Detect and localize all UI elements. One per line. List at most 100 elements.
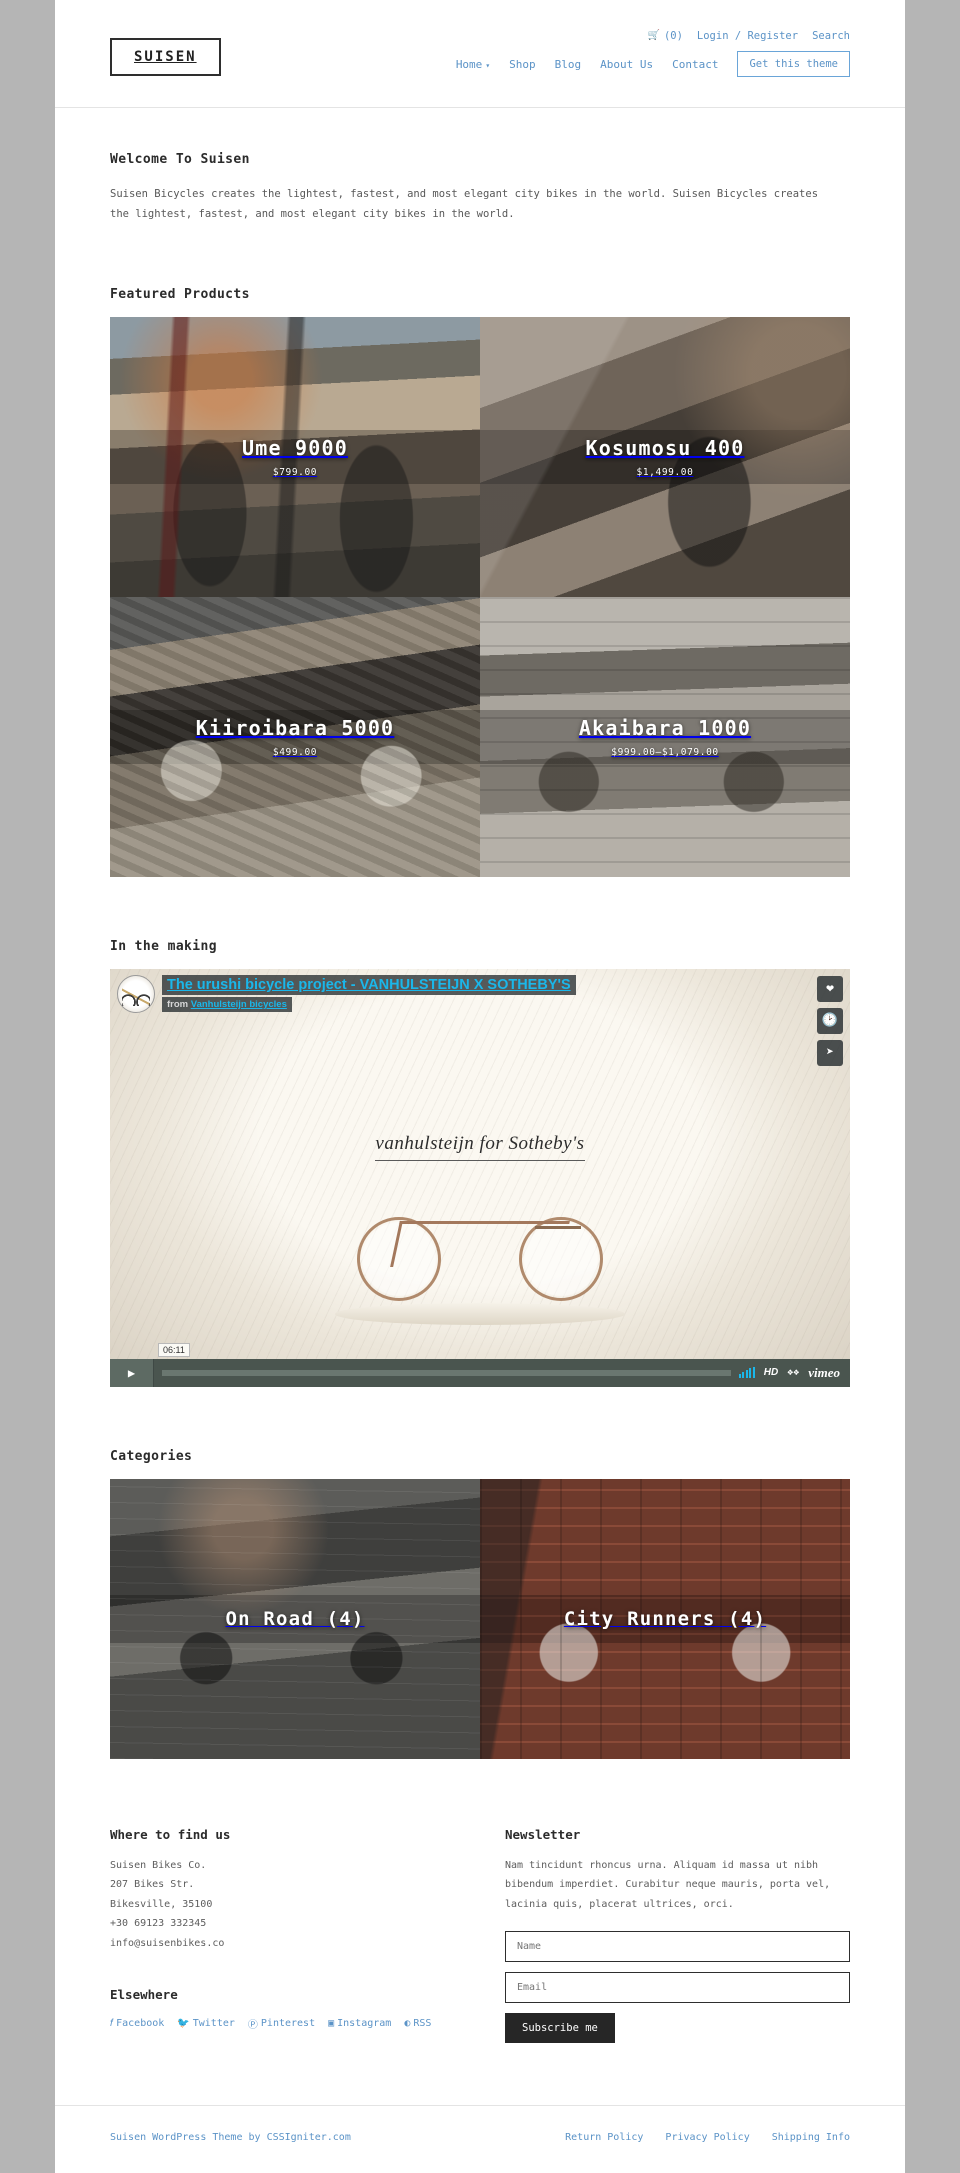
- site-header: SUISEN 🛒 (0) Login / Register Search Hom…: [55, 0, 905, 108]
- search-link[interactable]: Search: [812, 30, 850, 42]
- vimeo-logo[interactable]: vimeo: [808, 1365, 840, 1381]
- chevron-down-icon: ▾: [485, 60, 491, 70]
- credit-brand: Suisen: [110, 2132, 147, 2144]
- facebook-icon: 𝑓: [110, 2018, 114, 2030]
- category-card-city-runners[interactable]: City Runners (4): [480, 1478, 850, 1759]
- play-icon[interactable]: ▶: [110, 1358, 154, 1387]
- nav-item-home[interactable]: Home ▾: [456, 58, 490, 71]
- product-name: Ume 9000: [242, 435, 348, 460]
- colophon-links: Return Policy Privacy Policy Shipping In…: [565, 2132, 850, 2143]
- social-links: 𝑓 Facebook 🐦 Twitter Ⓟ Pinterest ▣ Instagram…: [110, 2016, 455, 2031]
- video-author-link[interactable]: Vanhulsteijn bicycles: [191, 999, 287, 1010]
- social-link-pinterest[interactable]: Ⓟ Pinterest: [248, 2016, 315, 2031]
- newsletter-name-input[interactable]: [505, 1931, 850, 1963]
- widget-where-to-find-us: Where to find us Suisen Bikes Co. 207 Bi…: [110, 1827, 455, 2044]
- nav-item-blog[interactable]: Blog: [555, 58, 582, 71]
- return-policy-link[interactable]: Return Policy: [565, 2132, 643, 2143]
- newsletter-email-input[interactable]: [505, 1972, 850, 2004]
- video-stage: vanhulsteijn for Sotheby's: [110, 1094, 850, 1345]
- nav-item-about-us[interactable]: About Us: [600, 58, 653, 71]
- credit-text: WordPress Theme by: [152, 2132, 261, 2144]
- cssigniter-link[interactable]: CSSIgniter.com: [267, 2132, 351, 2143]
- volume-icon[interactable]: [738, 1367, 755, 1379]
- featured-products-section: Featured Products Ume 9000 $799.00 Kosum…: [110, 287, 850, 877]
- social-label: Instagram: [337, 2018, 392, 2030]
- instagram-icon: ▣: [328, 2018, 335, 2030]
- address-line: Suisen Bikes Co.: [110, 1859, 207, 1871]
- handlebar: [535, 1225, 581, 1229]
- hd-badge[interactable]: HD: [764, 1367, 778, 1378]
- product-card-kiiroibara-5000[interactable]: Kiiroibara 5000 $499.00: [110, 596, 480, 877]
- colophon: Suisen WordPress Theme by CSSIgniter.com…: [55, 2105, 905, 2173]
- social-link-instagram[interactable]: ▣ Instagram: [328, 2016, 391, 2031]
- category-grid: On Road (4) City Runners (4): [110, 1478, 850, 1759]
- login-register-link[interactable]: Login / Register: [697, 30, 798, 42]
- social-link-rss[interactable]: ◐ RSS: [404, 2016, 431, 2031]
- video-brand-text: vanhulsteijn for Sotheby's: [375, 1133, 585, 1161]
- video-title-group: The urushi bicycle project - VANHULSTEIJ…: [162, 974, 576, 1012]
- in-the-making-section: In the making The urushi bicycle project…: [110, 939, 850, 1387]
- pinterest-icon: Ⓟ: [247, 2020, 258, 2032]
- vimeo-player[interactable]: The urushi bicycle project - VANHULSTEIJ…: [110, 968, 850, 1387]
- product-card-ume-9000[interactable]: Ume 9000 $799.00: [110, 316, 480, 597]
- address-line: 207 Bikes Str.: [110, 1879, 195, 1891]
- fullscreen-icon[interactable]: ❖❖: [787, 1367, 799, 1378]
- video-progress-bar[interactable]: [162, 1369, 731, 1376]
- product-card-akaibara-1000[interactable]: Akaibara 1000 $999.00–$1,079.00: [480, 596, 850, 877]
- email-address: info@suisenbikes.co: [110, 1937, 225, 1949]
- main-navigation: Home ▾ Shop Blog About Us Contact Get thi…: [456, 51, 850, 77]
- product-grid: Ume 9000 $799.00 Kosumosu 400 $1,499.00 …: [110, 316, 850, 877]
- heart-icon[interactable]: ❤: [817, 975, 843, 1002]
- nav-item-shop[interactable]: Shop: [509, 58, 536, 71]
- phone-number: +30 69123 332345: [110, 1918, 207, 1930]
- product-price: $499.00: [272, 746, 318, 758]
- theme-credit: Suisen WordPress Theme by CSSIgniter.com: [110, 2132, 351, 2143]
- twitter-icon: 🐦: [177, 2018, 190, 2030]
- product-card-kosumosu-400[interactable]: Kosumosu 400 $1,499.00: [480, 316, 850, 597]
- social-link-facebook[interactable]: 𝑓 Facebook: [110, 2016, 164, 2031]
- video-author-line: from Vanhulsteijn bicycles: [162, 996, 292, 1012]
- social-label: Pinterest: [260, 2018, 316, 2030]
- footer-widgets: Where to find us Suisen Bikes Co. 207 Bi…: [55, 1759, 905, 2044]
- video-title-link[interactable]: The urushi bicycle project - VANHULSTEIJ…: [162, 974, 576, 995]
- privacy-policy-link[interactable]: Privacy Policy: [665, 2132, 749, 2143]
- categories-section: Categories On Road (4) City Runners (4): [110, 1449, 850, 1759]
- page-title: Welcome To Suisen: [110, 152, 250, 167]
- categories-title: Categories: [110, 1448, 193, 1464]
- featured-products-heading: Featured Products: [110, 287, 850, 302]
- cart-link[interactable]: 🛒 (0): [647, 30, 682, 42]
- widget-title: Newsletter: [505, 1826, 581, 1842]
- watch-later-icon[interactable]: 🕑: [817, 1007, 843, 1034]
- social-link-twitter[interactable]: 🐦 Twitter: [177, 2016, 235, 2031]
- welcome-text: Suisen Bicycles creates the lightest, fa…: [110, 188, 819, 221]
- video-section-title: In the making: [110, 938, 217, 954]
- video-topbar: The urushi bicycle project - VANHULSTEIJ…: [110, 969, 850, 1019]
- nav-item-contact[interactable]: Contact: [672, 58, 718, 71]
- bicycle-illustration: [335, 1195, 625, 1325]
- widget-title: Where to find us: [110, 1826, 231, 1842]
- video-heading: In the making: [110, 939, 850, 954]
- product-name: Akaibara 1000: [578, 715, 752, 740]
- subscribe-button[interactable]: Subscribe me: [505, 2013, 615, 2044]
- address-line: Bikesville, 35100: [110, 1898, 213, 1910]
- featured-products-title: Featured Products: [110, 286, 250, 302]
- page-root: SUISEN 🛒 (0) Login / Register Search Hom…: [55, 0, 905, 2173]
- product-name: Kiiroibara 5000: [195, 715, 395, 740]
- shipping-info-link[interactable]: Shipping Info: [772, 2132, 850, 2143]
- social-label: Twitter: [192, 2018, 235, 2030]
- category-card-on-road[interactable]: On Road (4): [110, 1478, 480, 1759]
- video-controls: ▶ HD ❖❖ vimeo: [110, 1358, 850, 1387]
- welcome-section: Welcome To Suisen Suisen Bicycles create…: [110, 108, 850, 225]
- nav-label-home: Home: [455, 57, 483, 71]
- display-plinth: [335, 1302, 625, 1325]
- from-label: from: [167, 998, 189, 1010]
- category-label: On Road (4): [225, 1607, 365, 1630]
- site-logo[interactable]: SUISEN: [110, 38, 221, 76]
- share-icon[interactable]: ➤: [817, 1039, 843, 1066]
- address-block: Suisen Bikes Co. 207 Bikes Str. Bikesvil…: [110, 1856, 455, 1954]
- utility-bar: 🛒 (0) Login / Register Search: [647, 30, 850, 42]
- widget-elsewhere: Elsewhere 𝑓 Facebook 🐦 Twitter Ⓟ Pinterest …: [110, 1987, 455, 2031]
- video-controls-right: HD ❖❖ vimeo: [738, 1365, 850, 1381]
- categories-heading: Categories: [110, 1449, 850, 1464]
- get-this-theme-button[interactable]: Get this theme: [737, 51, 850, 77]
